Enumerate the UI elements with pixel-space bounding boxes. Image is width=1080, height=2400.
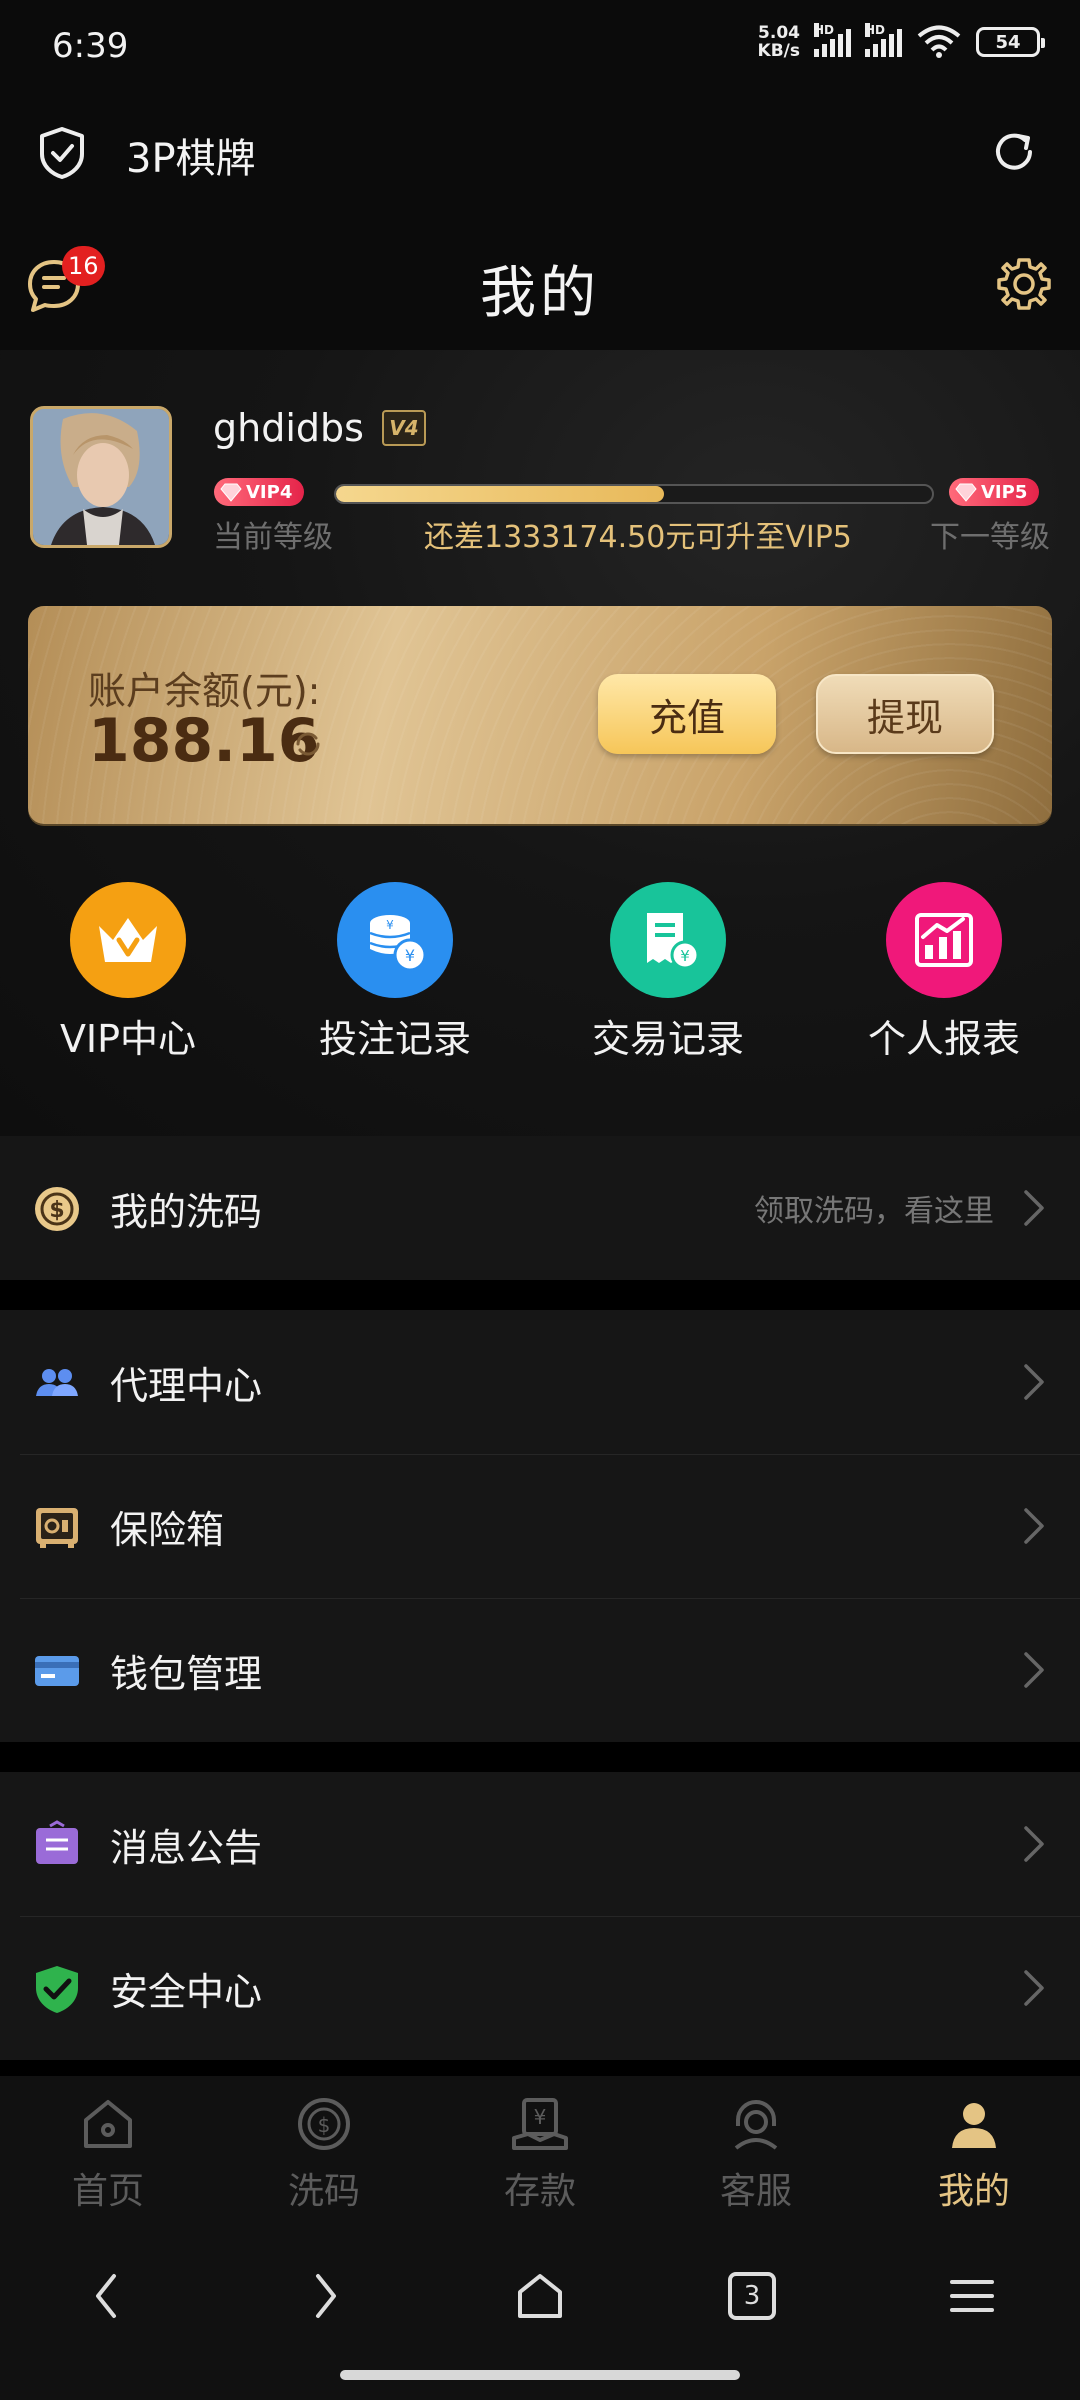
balance-value: 188.16 xyxy=(88,706,320,776)
notice-board-icon xyxy=(36,1820,78,1864)
chevron-right-icon xyxy=(1024,1826,1044,1862)
chevron-right-icon xyxy=(1024,1508,1044,1544)
chevron-right-icon xyxy=(1024,1652,1044,1688)
vip-progress-bar xyxy=(334,484,934,504)
gem-icon xyxy=(955,483,977,502)
wash-coin-icon: $ xyxy=(298,2098,350,2150)
tab-wash[interactable]: $ 洗码 xyxy=(254,2094,394,2214)
vip-level-badge: V4 xyxy=(381,410,426,446)
receipt-icon: ¥ xyxy=(610,882,726,998)
tab-deposit[interactable]: ¥ 存款 xyxy=(470,2094,610,2214)
menu-icon[interactable] xyxy=(942,2266,1002,2326)
safe-icon xyxy=(36,1508,78,1548)
current-vip-badge: VIP4 xyxy=(214,478,305,506)
gem-icon xyxy=(220,483,242,502)
home-indicator[interactable] xyxy=(340,2370,740,2380)
status-bar: 6:39 5.04 KB/s HD HD 54 xyxy=(0,0,1080,96)
chevron-right-icon xyxy=(1024,1190,1044,1226)
bottom-tab-bar: 首页 $ 洗码 ¥ 存款 客服 我的 xyxy=(0,2076,1080,2226)
support-icon xyxy=(734,2100,778,2150)
users-icon xyxy=(36,1369,78,1396)
svg-text:$: $ xyxy=(318,2113,331,2137)
user-icon xyxy=(952,2103,996,2148)
app-title: 3P棋牌 xyxy=(126,136,256,182)
withdraw-button[interactable]: 提现 xyxy=(816,674,994,754)
vip-progress-fill xyxy=(336,486,664,502)
recharge-button[interactable]: 充值 xyxy=(598,674,776,754)
menu-item-security-center[interactable]: 安全中心 xyxy=(0,1916,1080,2060)
menu-item-announcements[interactable]: 消息公告 xyxy=(0,1772,1080,1916)
back-icon[interactable] xyxy=(78,2266,138,2326)
coins-icon: ¥ ¥ xyxy=(337,882,453,998)
next-vip-badge: VIP5 xyxy=(949,478,1040,506)
transaction-records-button[interactable]: ¥ 交易记录 xyxy=(568,882,768,1063)
svg-text:¥: ¥ xyxy=(386,918,394,932)
shield-check-icon xyxy=(36,1966,78,2013)
vip-center-button[interactable]: VIP中心 xyxy=(28,882,228,1063)
page-title: 我的 xyxy=(480,261,600,326)
signal-1-icon: HD xyxy=(814,23,851,57)
network-speed: 5.04 KB/s xyxy=(757,23,800,61)
svg-text:¥: ¥ xyxy=(680,947,690,965)
account-menu-block: 代理中心 保险箱 钱包管理 xyxy=(0,1310,1080,1742)
tab-support[interactable]: 客服 xyxy=(686,2094,826,2214)
menu-item-wallet[interactable]: 钱包管理 xyxy=(0,1598,1080,1742)
battery-icon: 54 xyxy=(976,27,1045,57)
page-header: 16 我的 xyxy=(0,212,1080,350)
avatar-image xyxy=(33,409,169,545)
app-bar: 3P棋牌 xyxy=(0,96,1080,212)
bet-records-button[interactable]: ¥ ¥ 投注记录 xyxy=(295,882,495,1063)
refresh-balance-icon[interactable] xyxy=(292,728,324,760)
current-level-label: 当前等级 xyxy=(213,520,333,555)
next-level-label: 下一等级 xyxy=(930,520,1050,555)
menu-item-agent-center[interactable]: 代理中心 xyxy=(0,1310,1080,1454)
profile-section: ghdidbs V4 VIP4 VIP5 当前等级 还差1333174.50元可… xyxy=(0,350,1080,1136)
balance-card: 账户余额(元): 188.16 充值 提现 xyxy=(28,606,1052,824)
svg-text:¥: ¥ xyxy=(534,2105,547,2129)
status-indicators: 5.04 KB/s HD HD 54 xyxy=(757,23,1045,61)
status-time: 6:39 xyxy=(52,26,129,66)
vip-crown-icon xyxy=(70,882,186,998)
wash-hint: 领取洗码，看这里 xyxy=(754,1194,994,1229)
wash-menu-block: $ 我的洗码 领取洗码，看这里 xyxy=(0,1136,1080,1280)
menu-item-safe-box[interactable]: 保险箱 xyxy=(0,1454,1080,1598)
system-navigation-bar: 3 xyxy=(0,2226,1080,2400)
home-icon xyxy=(84,2100,132,2148)
avatar[interactable] xyxy=(30,406,172,548)
deposit-icon: ¥ xyxy=(512,2098,568,2150)
wifi-icon xyxy=(917,25,961,58)
tab-mine[interactable]: 我的 xyxy=(904,2094,1044,2214)
upgrade-message: 还差1333174.50元可升至VIP5 xyxy=(424,520,852,555)
chart-icon xyxy=(886,882,1002,998)
credit-card-icon xyxy=(35,1656,79,1686)
chevron-right-icon xyxy=(1024,1970,1044,2006)
chevron-right-icon xyxy=(1024,1364,1044,1400)
signal-2-icon: HD xyxy=(865,23,902,57)
home-nav-icon[interactable] xyxy=(510,2266,570,2326)
shield-check-icon xyxy=(40,127,84,179)
svg-text:$: $ xyxy=(49,1198,64,1223)
refresh-icon[interactable] xyxy=(988,126,1040,178)
tabs-count-button[interactable]: 3 xyxy=(728,2272,776,2320)
username: ghdidbs V4 xyxy=(213,406,426,450)
gear-icon[interactable] xyxy=(994,254,1054,314)
menu-item-my-wash[interactable]: $ 我的洗码 领取洗码，看这里 xyxy=(0,1136,1080,1280)
tab-home[interactable]: 首页 xyxy=(38,2094,178,2214)
info-menu-block: 消息公告 安全中心 xyxy=(0,1772,1080,2060)
dollar-coin-icon: $ xyxy=(35,1187,79,1231)
svg-text:¥: ¥ xyxy=(405,946,415,965)
personal-report-button[interactable]: 个人报表 xyxy=(844,882,1044,1063)
forward-icon[interactable] xyxy=(294,2266,354,2326)
